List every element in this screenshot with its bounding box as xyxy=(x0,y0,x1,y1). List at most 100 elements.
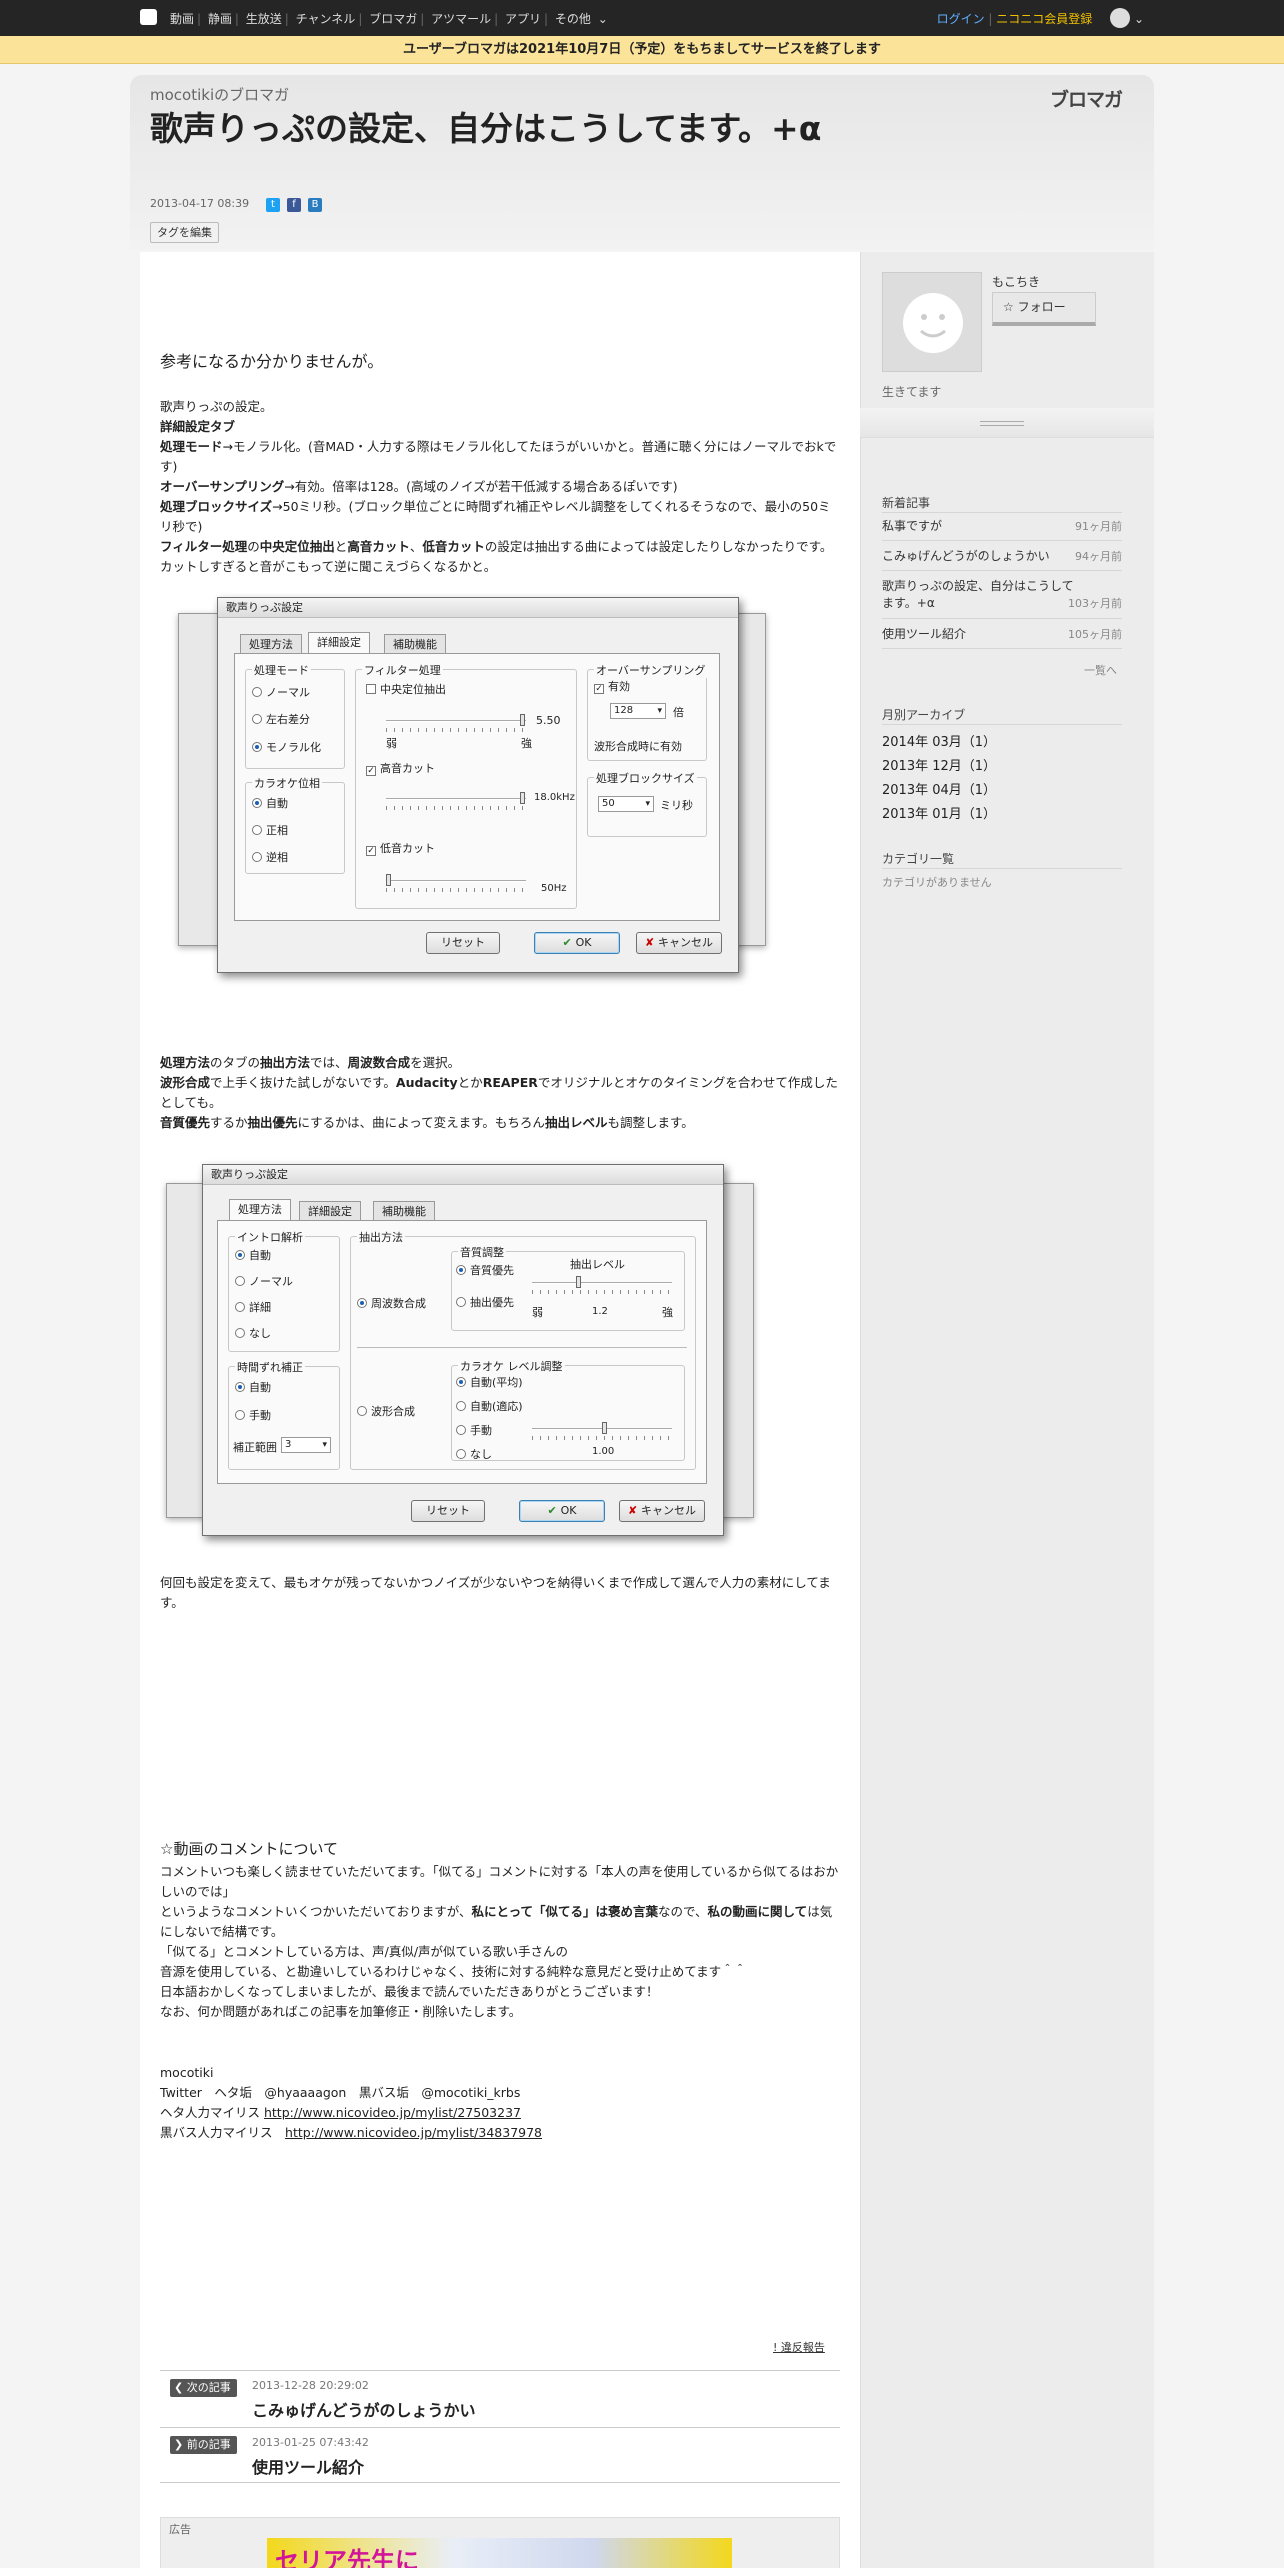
report-link[interactable]: ! 違反報告 xyxy=(773,2339,825,2355)
settings-dialog-method: 歌声りっぷ設定 処理方法 詳細設定 補助機能 イントロ解析 自動 ノーマル 詳細… xyxy=(202,1164,724,1536)
karaoke-level-slider[interactable] xyxy=(532,1422,672,1434)
archive-item[interactable]: 2013年 01月（1） xyxy=(882,803,996,822)
highcut-slider[interactable] xyxy=(386,792,526,804)
account-area: ログイン | ニコニコ会員登録 ⌄ xyxy=(937,7,1144,28)
new-article-item[interactable]: こみゅげんどうがのしょうかい 94ヶ月前 xyxy=(882,548,1122,565)
new-articles-heading: 新着記事 xyxy=(882,496,931,510)
blog-name[interactable]: mocotikiのブロマガ xyxy=(150,84,289,105)
settings-dialog-detail: 歌声りっぷ設定 処理方法 詳細設定 補助機能 処理モード ノーマル 左右差分 モ… xyxy=(217,597,739,973)
chevron-down-icon[interactable]: ⌄ xyxy=(594,12,608,26)
twitter-icon[interactable]: t xyxy=(266,198,280,212)
new-article-item[interactable]: 私事ですが 91ヶ月前 xyxy=(882,518,1122,535)
radio-positive[interactable]: 正相 xyxy=(252,822,288,838)
center-slider[interactable] xyxy=(386,714,526,726)
article-paragraph-summary: 何回も設定を変えて、最もオケが残ってないかつノイズが少ないやつを納得いくまで作成… xyxy=(160,1575,831,1610)
prev-article-title[interactable]: 使用ツール紹介 xyxy=(252,2454,364,2478)
checkbox-highcut[interactable]: ✓ 高音カット xyxy=(366,760,435,776)
mylist-link-2[interactable]: http://www.nicovideo.jp/mylist/34837978 xyxy=(285,2125,542,2140)
nav-atsumaru[interactable]: アツマール xyxy=(431,12,491,26)
intro-analysis-group: イントロ解析 自動 ノーマル 詳細 なし xyxy=(228,1229,340,1352)
nav-blomaga[interactable]: ブロマガ xyxy=(369,12,417,26)
lowcut-slider[interactable] xyxy=(386,874,526,886)
checkbox-center[interactable]: 中央定位抽出 xyxy=(366,681,446,697)
next-article[interactable]: ❮ 次の記事 2013-12-28 20:29:02 こみゅげんどうがのしょうか… xyxy=(160,2370,840,2426)
tab-method[interactable]: 処理方法 xyxy=(229,1199,291,1221)
checkbox-lowcut[interactable]: ✓ 低音カット xyxy=(366,840,435,856)
block-size-select[interactable]: 50 xyxy=(598,796,654,812)
user-avatar[interactable] xyxy=(882,272,982,372)
radio-intro-normal[interactable]: ノーマル xyxy=(235,1273,293,1289)
hatena-bookmark-icon[interactable]: B xyxy=(308,198,322,212)
radio-kara-none[interactable]: なし xyxy=(456,1446,492,1462)
next-article-title[interactable]: こみゅげんどうがのしょうかい xyxy=(252,2397,476,2421)
archive-item[interactable]: 2013年 12月（1） xyxy=(882,755,996,774)
radio-lr-diff[interactable]: 左右差分 xyxy=(252,711,310,727)
chevron-left-icon: ❮ xyxy=(174,2381,187,2394)
archive-heading: 月別アーカイブ xyxy=(882,708,966,722)
mylist-link-1[interactable]: http://www.nicovideo.jp/mylist/27503237 xyxy=(264,2105,521,2120)
blomaga-brand-logo[interactable]: ブロマガ xyxy=(1050,85,1123,112)
tab-method[interactable]: 処理方法 xyxy=(240,634,302,654)
radio-extract-priority[interactable]: 抽出優先 xyxy=(456,1294,514,1310)
nav-video[interactable]: 動画 xyxy=(170,12,194,26)
radio-intro-auto[interactable]: 自動 xyxy=(235,1247,271,1263)
cancel-button[interactable]: ✘ キャンセル xyxy=(619,1500,705,1522)
radio-time-manual[interactable]: 手動 xyxy=(235,1407,271,1423)
radio-intro-none[interactable]: なし xyxy=(235,1325,271,1341)
radio-quality[interactable]: 音質優先 xyxy=(456,1262,514,1278)
login-link[interactable]: ログイン xyxy=(937,12,985,26)
follow-button[interactable]: ☆ フォロー xyxy=(992,292,1096,326)
archive-item[interactable]: 2013年 04月（1） xyxy=(882,779,996,798)
ad-banner[interactable]: セリア先生に xyxy=(267,2538,732,2568)
tab-assist[interactable]: 補助機能 xyxy=(384,634,446,654)
edit-tags-button[interactable]: タグを編集 xyxy=(150,222,219,243)
facebook-icon[interactable]: f xyxy=(287,198,301,212)
radio-reverse[interactable]: 逆相 xyxy=(252,849,288,865)
register-link[interactable]: ニコニコ会員登録 xyxy=(996,12,1092,26)
page-title: 歌声りっぷの設定、自分はこうしてます。+α xyxy=(150,109,822,148)
articles-list-link[interactable]: 一覧へ xyxy=(1084,662,1117,678)
archive-item[interactable]: 2014年 03月（1） xyxy=(882,731,996,750)
user-name[interactable]: もこちき xyxy=(992,273,1040,290)
chevron-down-icon[interactable]: ⌄ xyxy=(1134,12,1144,26)
checkbox-oversampling[interactable]: ✓ 有効 xyxy=(594,678,630,694)
close-icon: ✘ xyxy=(627,1504,642,1517)
ok-button[interactable]: ✔ OK xyxy=(519,1500,605,1522)
range-stepper[interactable]: 3 xyxy=(281,1437,331,1453)
nav-live[interactable]: 生放送 xyxy=(246,12,282,26)
tab-detail[interactable]: 詳細設定 xyxy=(308,632,370,654)
prev-article[interactable]: ❯ 前の記事 2013-01-25 07:43:42 使用ツール紹介 xyxy=(160,2427,840,2483)
user-avatar-icon[interactable] xyxy=(1110,7,1131,28)
reset-button[interactable]: リセット xyxy=(411,1500,485,1522)
extract-level-slider[interactable] xyxy=(532,1276,672,1288)
radio-time-auto[interactable]: 自動 xyxy=(235,1379,271,1395)
tab-assist[interactable]: 補助機能 xyxy=(373,1201,435,1221)
new-article-item[interactable]: 歌声りっぷの設定、自分はこうしてます。+α 103ヶ月前 xyxy=(882,578,1122,612)
radio-kara-auto-avg[interactable]: 自動(平均) xyxy=(456,1374,523,1390)
niconico-logo-icon[interactable] xyxy=(140,9,157,25)
article-paragraph-settings: 歌声りっぷの設定。 詳細設定タブ 処理モード→モノラル化。(音MAD・人力する際… xyxy=(160,399,837,574)
nav-more[interactable]: その他 xyxy=(555,12,591,26)
radio-mono[interactable]: モノラル化 xyxy=(252,739,321,755)
radio-freq-synth[interactable]: 周波数合成 xyxy=(357,1295,426,1311)
oversampling-group: オーバーサンプリング ✓有効 128 倍 波形合成時に有効 xyxy=(587,662,708,761)
section-title-comments: ☆動画のコメントについて xyxy=(160,1840,338,1858)
radio-normal[interactable]: ノーマル xyxy=(252,684,310,700)
time-shift-group: 時間ずれ補正 自動 手動 補正範囲 3 xyxy=(228,1359,340,1470)
tab-detail[interactable]: 詳細設定 xyxy=(299,1201,361,1221)
radio-kara-manual[interactable]: 手動 xyxy=(456,1422,492,1438)
radio-auto[interactable]: 自動 xyxy=(252,795,288,811)
nav-seiga[interactable]: 静画 xyxy=(208,12,232,26)
nav-app[interactable]: アプリ xyxy=(505,12,541,26)
radio-kara-auto-adapt[interactable]: 自動(適応) xyxy=(456,1398,523,1414)
reset-button[interactable]: リセット xyxy=(426,932,500,954)
collapse-handle-icon xyxy=(980,421,1024,426)
radio-intro-detail[interactable]: 詳細 xyxy=(235,1299,271,1315)
new-article-item[interactable]: 使用ツール紹介 105ヶ月前 xyxy=(882,626,1122,643)
oversampling-rate-select[interactable]: 128 xyxy=(610,703,666,719)
ok-button[interactable]: ✔ OK xyxy=(534,932,620,954)
radio-wave-synth[interactable]: 波形合成 xyxy=(357,1403,415,1419)
cancel-button[interactable]: ✘ キャンセル xyxy=(636,932,722,954)
nav-channel[interactable]: チャンネル xyxy=(296,12,356,26)
karaoke-level-group: カラオケ レベル調整 自動(平均) 自動(適応) 手動 なし 1.00 xyxy=(451,1358,685,1462)
